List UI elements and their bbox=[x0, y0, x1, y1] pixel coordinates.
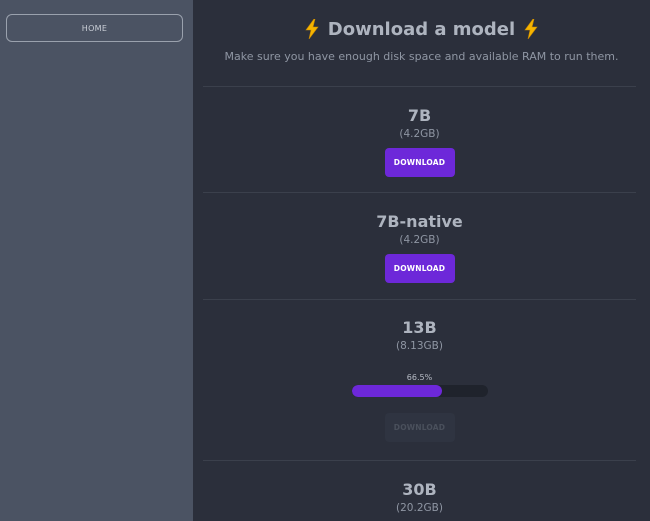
home-button[interactable]: HOME bbox=[6, 14, 183, 42]
sidebar: HOME bbox=[0, 0, 193, 521]
model-size: (20.2GB) bbox=[396, 502, 443, 514]
page-subtitle: Make sure you have enough disk space and… bbox=[224, 50, 619, 63]
model-card-13b: 13B (8.13GB) 66.5% DOWNLOAD bbox=[203, 318, 636, 442]
model-card-7b-native: 7B-native (4.2GB) DOWNLOAD bbox=[203, 212, 636, 283]
divider bbox=[203, 460, 636, 461]
download-button-7b[interactable]: DOWNLOAD bbox=[384, 148, 455, 177]
download-progress: 66.5% bbox=[351, 373, 488, 397]
model-size: (4.2GB) bbox=[399, 234, 440, 246]
model-name: 13B bbox=[402, 318, 437, 337]
download-button-7b-native[interactable]: DOWNLOAD bbox=[384, 254, 455, 283]
page-header: Download a model Make sure you have enou… bbox=[193, 0, 650, 64]
progress-fill bbox=[351, 385, 442, 397]
model-card-7b: 7B (4.2GB) DOWNLOAD bbox=[203, 106, 636, 177]
model-name: 7B bbox=[407, 106, 432, 125]
page-title-text: Download a model bbox=[327, 18, 516, 40]
progress-percent: 66.5% bbox=[406, 373, 433, 382]
model-name: 30B bbox=[402, 480, 437, 499]
model-size: (8.13GB) bbox=[396, 340, 443, 352]
model-name: 7B-native bbox=[376, 212, 463, 231]
lightning-bolt-icon bbox=[305, 19, 319, 39]
main-panel: Download a model Make sure you have enou… bbox=[193, 0, 650, 521]
model-size: (4.2GB) bbox=[399, 128, 440, 140]
divider bbox=[203, 299, 636, 300]
model-card-30b: 30B (20.2GB) bbox=[203, 480, 636, 515]
lightning-bolt-icon bbox=[524, 19, 538, 39]
divider bbox=[203, 86, 636, 87]
download-button-13b[interactable]: DOWNLOAD bbox=[384, 413, 455, 442]
divider bbox=[203, 192, 636, 193]
app-window: HOME Download a model Make sure you have… bbox=[0, 0, 650, 521]
page-title: Download a model bbox=[193, 16, 650, 42]
progress-track bbox=[351, 385, 488, 397]
